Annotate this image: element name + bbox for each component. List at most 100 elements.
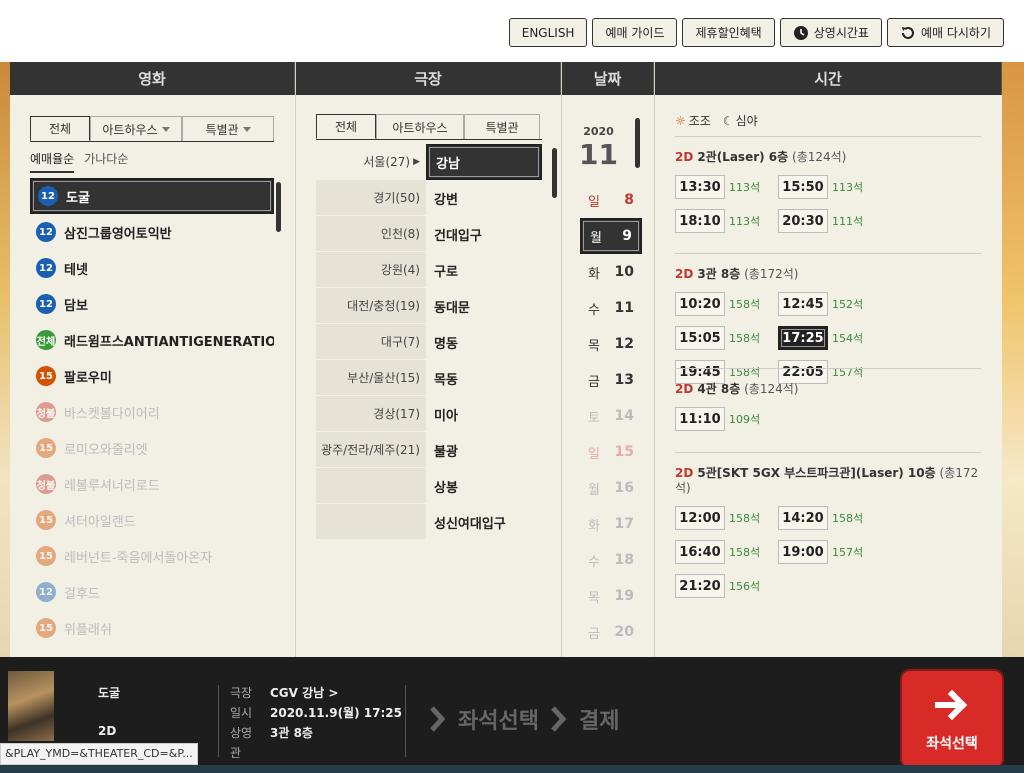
movie-item[interactable]: 12 도굴 (30, 178, 274, 214)
showtime-button[interactable]: 20:30 (778, 209, 828, 233)
chevron-down-icon (242, 126, 251, 132)
region-item[interactable]: 강원(4) (316, 252, 426, 288)
date-item[interactable]: 수 18 (580, 542, 642, 578)
region-label: 대구(7) (380, 335, 420, 349)
showtime-slot: 15:05 158석 (675, 326, 778, 350)
screen-block: 2D 3관 8층 (총172석) 10:20 158석 12:45 152석 15:05 15… (675, 267, 981, 384)
movie-item[interactable]: 청불 레볼루셔너리로드 (30, 466, 274, 502)
showtime-button[interactable]: 11:10 (675, 407, 725, 431)
remaining-seats: 113석 (832, 181, 864, 194)
summary-theater-link[interactable]: CGV 강남 > (270, 683, 338, 703)
region-item[interactable] (316, 468, 426, 504)
movie-item[interactable]: 12 담보 (30, 286, 274, 322)
showtime-button[interactable]: 12:45 (778, 292, 828, 316)
date-item[interactable]: 수 11 (580, 290, 642, 326)
cinema-item[interactable]: 명동 (426, 324, 542, 360)
seat-selection-button[interactable]: 좌석선택 (900, 669, 1004, 769)
movie-item[interactable]: 전체 래드윔프스ANTIANTIGENERATIO... (30, 322, 274, 358)
movie-item[interactable]: 12 걸후드 (30, 574, 274, 610)
date-item[interactable]: 금 13 (580, 362, 642, 398)
theater-tab-special[interactable]: 특별관 (464, 114, 540, 139)
movie-tab-arthouse[interactable]: 아트하우스 (90, 116, 182, 141)
showtime-button[interactable]: 21:20 (675, 574, 725, 598)
discount-benefit-button[interactable]: 제휴할인혜택 (682, 18, 775, 47)
showtime-button[interactable]: 18:10 (675, 209, 725, 233)
date-item[interactable]: 토 14 (580, 398, 642, 434)
movie-title: 래드윔프스ANTIANTIGENERATIO... (64, 334, 274, 350)
cinema-item[interactable]: 불광 (426, 432, 542, 468)
date-item[interactable]: 금 20 (580, 614, 642, 650)
cinema-item[interactable]: 구로 (426, 252, 542, 288)
date-item[interactable]: 목 12 (580, 326, 642, 362)
date-item[interactable]: 월9 (580, 218, 642, 254)
showtime-button[interactable]: 16:40 (675, 540, 725, 564)
age-rating-badge: 15 (36, 546, 56, 566)
cinema-item[interactable]: 강변 (426, 180, 542, 216)
region-item[interactable]: 경기(50) (316, 180, 426, 216)
movie-item[interactable]: 15 셔터아일랜드 (30, 502, 274, 538)
date-item[interactable]: 월 16 (580, 470, 642, 506)
showtime-button[interactable]: 19:00 (778, 540, 828, 564)
movie-title: 팔로우미 (64, 370, 112, 386)
region-item[interactable]: 서울(27) ▶ (316, 144, 426, 180)
date-item[interactable]: 화 17 (580, 506, 642, 542)
region-item[interactable]: 대전/충청(19) (316, 288, 426, 324)
seat-selection-label: 좌석선택 (926, 736, 978, 752)
showtime-button[interactable]: 13:30 (675, 175, 725, 199)
sun-icon: ☼ (675, 114, 686, 128)
date-scrollbar[interactable] (635, 118, 640, 168)
theater-tab-arthouse[interactable]: 아트하우스 (376, 114, 464, 139)
region-item[interactable]: 인천(8) (316, 216, 426, 252)
summary-key: 일시 (230, 706, 253, 720)
region-item[interactable]: 부산/울산(15) (316, 360, 426, 396)
date-item[interactable]: 일8 (580, 182, 642, 218)
movie-item[interactable]: 12 테넷 (30, 250, 274, 286)
cinema-item[interactable]: 성신여대입구 (426, 504, 542, 540)
rebook-button[interactable]: 예매 다시하기 (886, 18, 1004, 47)
movie-tab-all[interactable]: 전체 (30, 116, 90, 141)
region-item[interactable]: 경상(17) (316, 396, 426, 432)
date-item[interactable]: 일 15 (580, 434, 642, 470)
cinema-item[interactable]: 건대입구 (426, 216, 542, 252)
showtime-button[interactable]: 14:20 (778, 506, 828, 530)
region-item[interactable] (316, 504, 426, 540)
showtime-button[interactable]: 12:00 (675, 506, 725, 530)
showtime-button[interactable]: 10:20 (675, 292, 725, 316)
weekday-label: 수 (588, 554, 600, 570)
sort-by-name[interactable]: 가나다순 (84, 150, 128, 173)
showtime-button[interactable]: 22:05 (778, 360, 828, 384)
movie-item[interactable]: 15 위플래쉬 (30, 610, 274, 646)
movie-scrollbar[interactable] (276, 182, 281, 232)
showtime-button[interactable]: 19:45 (675, 360, 725, 384)
showtime-button[interactable]: 15:05 (675, 326, 725, 350)
screen-block: 2D 5관[SKT 5GX 부스트파크관](Laser) 10층 (총172석) 1… (675, 466, 981, 598)
theater-scrollbar[interactable] (552, 148, 557, 198)
date-item[interactable]: 목 19 (580, 578, 642, 614)
booking-guide-button[interactable]: 예매 가이드 (592, 18, 678, 47)
cinema-item[interactable]: 상봉 (426, 468, 542, 504)
english-button[interactable]: ENGLISH (508, 18, 588, 47)
movie-tab-special[interactable]: 특별관 (182, 116, 274, 141)
cinema-item[interactable]: 동대문 (426, 288, 542, 324)
theater-tab-all[interactable]: 전체 (316, 114, 376, 139)
movie-item[interactable]: 15 팔로우미 (30, 358, 274, 394)
date-item[interactable]: 화 10 (580, 254, 642, 290)
movie-item[interactable]: 15 레버넌트-죽음에서돌아온자 (30, 538, 274, 574)
showtime-button[interactable]: 15:50 (778, 175, 828, 199)
showtime-schedule-button[interactable]: 상영시간표 (779, 18, 882, 47)
movie-item[interactable]: 청불 바스켓볼다이어리 (30, 394, 274, 430)
rebook-label: 예매 다시하기 (920, 26, 991, 40)
day-number: 16 (614, 480, 634, 496)
movie-item[interactable]: 12 삼진그룹영어토익반 (30, 214, 274, 250)
sort-by-booking-rate[interactable]: 예매율순 (30, 150, 75, 173)
movie-item[interactable]: 15 로미오와줄리엣 (30, 430, 274, 466)
cinema-item[interactable]: 목동 (426, 360, 542, 396)
region-item[interactable]: 광주/전라/제주(21) (316, 432, 426, 468)
cinema-item[interactable]: 미아 (426, 396, 542, 432)
cinema-item[interactable]: 강남 (426, 144, 542, 180)
showtime-button[interactable]: 17:25 (778, 326, 828, 350)
theater-column: 극장 전체 아트하우스 특별관 서울(27) ▶ 경기(50) 인천(8) 강원(4) 대… (296, 62, 562, 657)
theater-tabs: 전체 아트하우스 특별관 (316, 114, 542, 140)
chevron-down-icon (161, 126, 170, 132)
region-item[interactable]: 대구(7) (316, 324, 426, 360)
